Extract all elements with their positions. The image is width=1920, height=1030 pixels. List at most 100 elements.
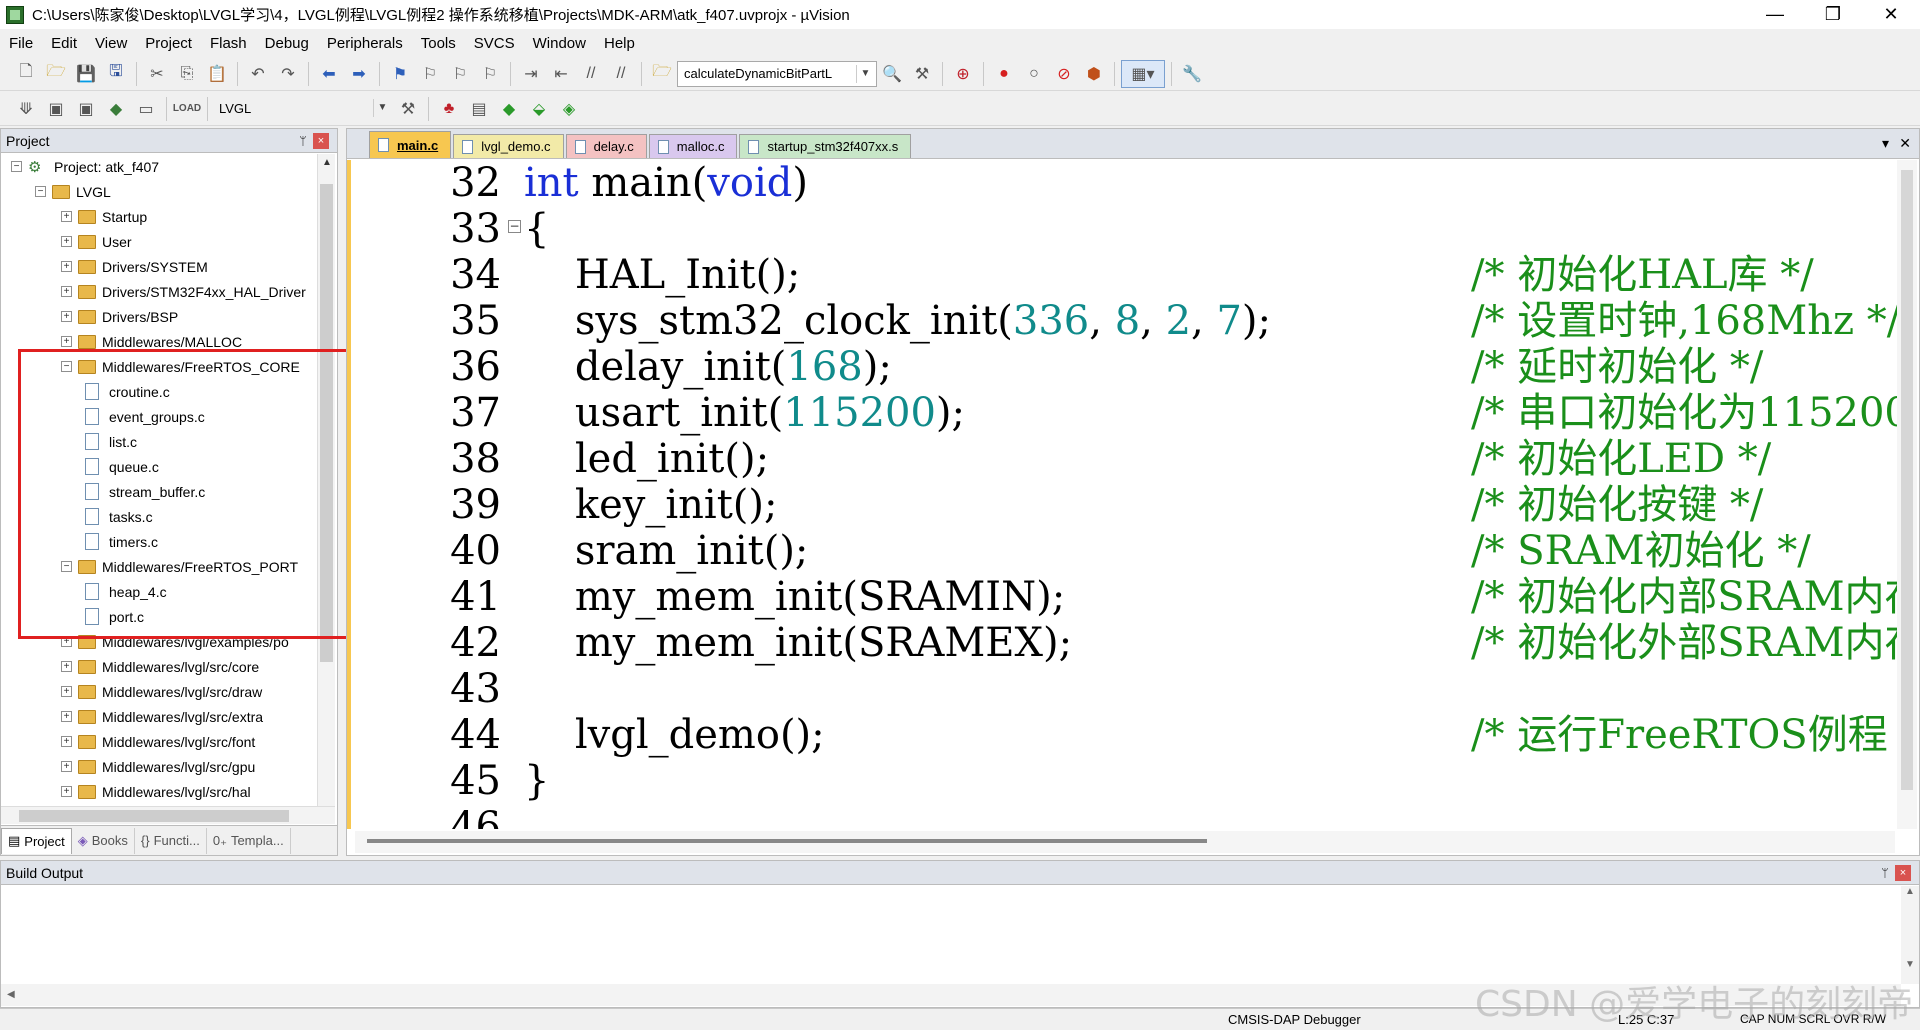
menu-tools[interactable]: Tools — [412, 35, 465, 52]
editor-tab[interactable]: delay.c — [565, 134, 647, 158]
code-line[interactable]: 44 lvgl_demo(); /* 运行FreeRTOS例程 */ — [351, 712, 1897, 758]
maximize-button[interactable]: ❐ — [1804, 0, 1862, 29]
open-file-icon[interactable]: 🗁 — [42, 60, 70, 88]
unindent-icon[interactable]: ⇤ — [547, 60, 575, 88]
close-tab-icon[interactable]: ✕ — [1899, 135, 1911, 152]
editor-tab[interactable]: startup_stm32f407xx.s — [739, 134, 912, 158]
editor-tab[interactable]: malloc.c — [648, 134, 738, 158]
code-line[interactable]: 43 — [351, 666, 1897, 712]
select-packs-icon[interactable]: ◆ — [495, 95, 523, 123]
menu-file[interactable]: File — [0, 35, 42, 52]
code-line[interactable]: 46 — [351, 804, 1897, 829]
tree-folder-item[interactable]: + Startup — [61, 204, 147, 229]
close-icon[interactable]: × — [1895, 864, 1911, 881]
code-line[interactable]: 45} — [351, 758, 1897, 804]
copy-icon[interactable]: ⎘ — [173, 60, 201, 88]
code-line[interactable]: 41 my_mem_init(SRAMIN); /* 初始化内部SRAM内存池 *… — [351, 574, 1897, 620]
indent-icon[interactable]: ⇥ — [517, 60, 545, 88]
save-icon[interactable]: 💾 — [72, 60, 100, 88]
code-line[interactable]: 40 sram_init(); /* SRAM初始化 */ — [351, 528, 1897, 574]
collapse-icon[interactable]: − — [35, 186, 46, 197]
stop-build-icon[interactable]: ▭ — [132, 95, 160, 123]
code-line[interactable]: 33−{ — [351, 206, 1897, 252]
code-line[interactable]: 38 led_init(); /* 初始化LED */ — [351, 436, 1897, 482]
expand-icon[interactable]: + — [61, 286, 72, 297]
chevron-down-icon[interactable]: ▼ — [856, 64, 874, 83]
bookmark-next-icon[interactable]: ⚐ — [446, 60, 474, 88]
minimize-button[interactable]: — — [1746, 0, 1804, 29]
menu-debug[interactable]: Debug — [256, 35, 318, 52]
tab-templates[interactable]: 0₊ Templa... — [207, 827, 291, 854]
save-all-icon[interactable]: 🖫 — [102, 60, 130, 88]
tree-folder-item[interactable]: + Middlewares/lvgl/src/gpu — [61, 754, 255, 779]
breakpoint-disable-all-icon[interactable]: ⊘ — [1050, 60, 1078, 88]
cut-icon[interactable]: ✂ — [143, 60, 171, 88]
debug-session-icon[interactable]: ⊕ — [949, 60, 977, 88]
expand-icon[interactable]: + — [61, 736, 72, 747]
bookmark-icon[interactable]: ⚑ — [386, 60, 414, 88]
menu-peripherals[interactable]: Peripherals — [318, 35, 412, 52]
expand-icon[interactable]: + — [61, 236, 72, 247]
tree-folder-item[interactable]: + Drivers/SYSTEM — [61, 254, 208, 279]
navigate-back-icon[interactable]: ⬅ — [315, 60, 343, 88]
code-horizontal-scrollbar[interactable] — [355, 831, 1895, 853]
breakpoint-icon[interactable]: ● — [990, 60, 1018, 88]
undo-icon[interactable]: ↶ — [244, 60, 272, 88]
expand-icon[interactable]: + — [61, 211, 72, 222]
tree-folder-item[interactable]: + Middlewares/lvgl/src/hal — [61, 779, 251, 804]
tree-folder-item[interactable]: + Drivers/STM32F4xx_HAL_Driver — [61, 279, 306, 304]
new-file-icon[interactable]: 🗋 — [12, 60, 40, 88]
pin-icon[interactable]: ᛘ — [1875, 866, 1895, 880]
tree-horizontal-scrollbar[interactable] — [1, 806, 335, 824]
download-icon[interactable]: LOAD — [173, 95, 201, 123]
menu-edit[interactable]: Edit — [42, 35, 86, 52]
menu-window[interactable]: Window — [524, 35, 595, 52]
comment-icon[interactable]: // — [577, 60, 605, 88]
build-output-text[interactable] — [1, 886, 1899, 984]
expand-icon[interactable]: + — [61, 686, 72, 697]
menu-flash[interactable]: Flash — [201, 35, 256, 52]
tree-folder-item[interactable]: + Middlewares/lvgl/src/font — [61, 729, 255, 754]
breakpoint-disable-icon[interactable]: ○ — [1020, 60, 1048, 88]
incremental-find-icon[interactable]: ⚒ — [908, 60, 936, 88]
code-area[interactable]: 32 int main(void) 33−{34 HAL_Init();/* 初始化… — [347, 160, 1897, 829]
editor-tab[interactable]: main.c — [369, 131, 452, 158]
expand-icon[interactable]: + — [61, 311, 72, 322]
batch-build-icon[interactable]: ◆ — [102, 95, 130, 123]
target-options-icon[interactable]: ⚒ — [394, 95, 422, 123]
scroll-up-icon[interactable]: ▲ — [1901, 886, 1919, 897]
close-button[interactable]: ✕ — [1862, 0, 1920, 29]
code-line[interactable]: 37 usart_init(115200); /* 串口初始化为115200 */ — [351, 390, 1897, 436]
navigate-forward-icon[interactable]: ➡ — [345, 60, 373, 88]
build-output-vertical-scrollbar[interactable]: ▲ ▼ — [1901, 886, 1919, 984]
tab-functions[interactable]: {} Functi... — [135, 827, 207, 854]
editor-tab[interactable]: lvgl_demo.c — [453, 134, 564, 158]
menu-project[interactable]: Project — [136, 35, 201, 52]
expand-icon[interactable]: + — [61, 786, 72, 797]
code-line[interactable]: 34 HAL_Init(); /* 初始化HAL库 */ — [351, 252, 1897, 298]
expand-icon[interactable]: + — [61, 661, 72, 672]
code-line[interactable]: 32 int main(void) — [351, 160, 1897, 206]
run-time-environment-icon[interactable]: ◈ — [555, 95, 583, 123]
scroll-left-icon[interactable]: ◀ — [7, 989, 15, 1000]
paste-icon[interactable]: 📋 — [203, 60, 231, 88]
scroll-thumb[interactable] — [1901, 170, 1913, 790]
configure-icon[interactable]: 🔧 — [1178, 60, 1206, 88]
expand-icon[interactable]: + — [61, 711, 72, 722]
tree-folder-item[interactable]: + Middlewares/lvgl/src/draw — [61, 679, 262, 704]
pin-icon[interactable]: ᛘ — [293, 134, 313, 148]
close-icon[interactable]: × — [313, 132, 329, 149]
menu-svcs[interactable]: SVCS — [465, 35, 524, 52]
scroll-up-icon[interactable]: ▲ — [318, 154, 336, 172]
function-search-combo[interactable]: calculateDynamicBitPartL ▼ — [677, 60, 877, 87]
chevron-down-icon[interactable]: ▼ — [373, 98, 391, 117]
menu-view[interactable]: View — [86, 35, 136, 52]
tree-folder-item[interactable]: + User — [61, 229, 132, 254]
expand-icon[interactable]: + — [61, 336, 72, 347]
build-icon[interactable]: ▣ — [42, 95, 70, 123]
tab-project[interactable]: ▤ Project — [1, 827, 72, 854]
scroll-thumb[interactable] — [19, 810, 289, 822]
code-line[interactable]: 39 key_init(); /* 初始化按键 */ — [351, 482, 1897, 528]
scroll-thumb[interactable] — [367, 839, 1207, 843]
code-line[interactable]: 42 my_mem_init(SRAMEX); /* 初始化外部SRAM内存池 *… — [351, 620, 1897, 666]
